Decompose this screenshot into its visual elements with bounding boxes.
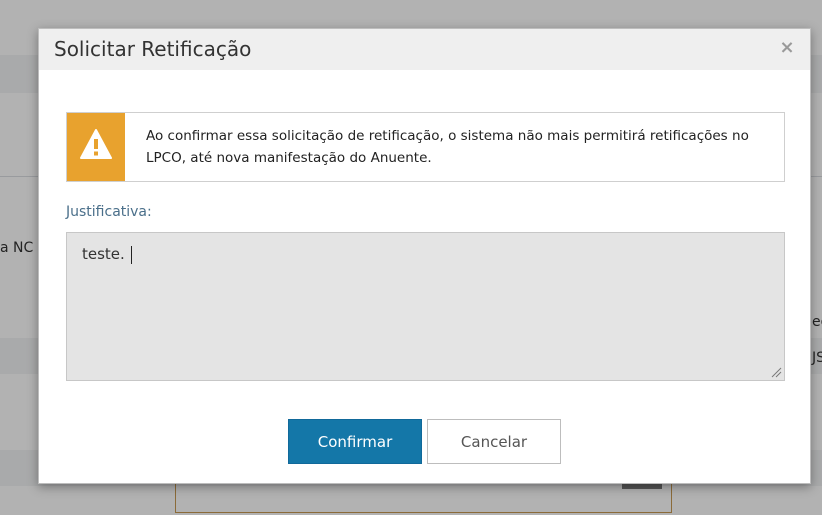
warning-icon-box <box>67 113 125 181</box>
resize-handle-icon[interactable] <box>770 366 782 378</box>
dialog-header: Solicitar Retificação × <box>39 29 810 70</box>
confirm-button[interactable]: Confirmar <box>288 419 422 464</box>
retification-dialog: Solicitar Retificação × Ao confirmar ess… <box>38 28 811 484</box>
warning-alert: Ao confirmar essa solicitação de retific… <box>66 112 785 182</box>
dialog-title: Solicitar Retificação <box>54 37 252 61</box>
warning-triangle-icon <box>80 129 112 159</box>
cancel-button[interactable]: Cancelar <box>427 419 561 464</box>
alert-message: Ao confirmar essa solicitação de retific… <box>146 128 749 166</box>
justification-textarea[interactable]: teste. <box>66 232 785 381</box>
close-icon[interactable]: × <box>778 38 796 58</box>
text-caret <box>131 246 132 264</box>
justification-label: Justificativa: <box>66 204 152 220</box>
